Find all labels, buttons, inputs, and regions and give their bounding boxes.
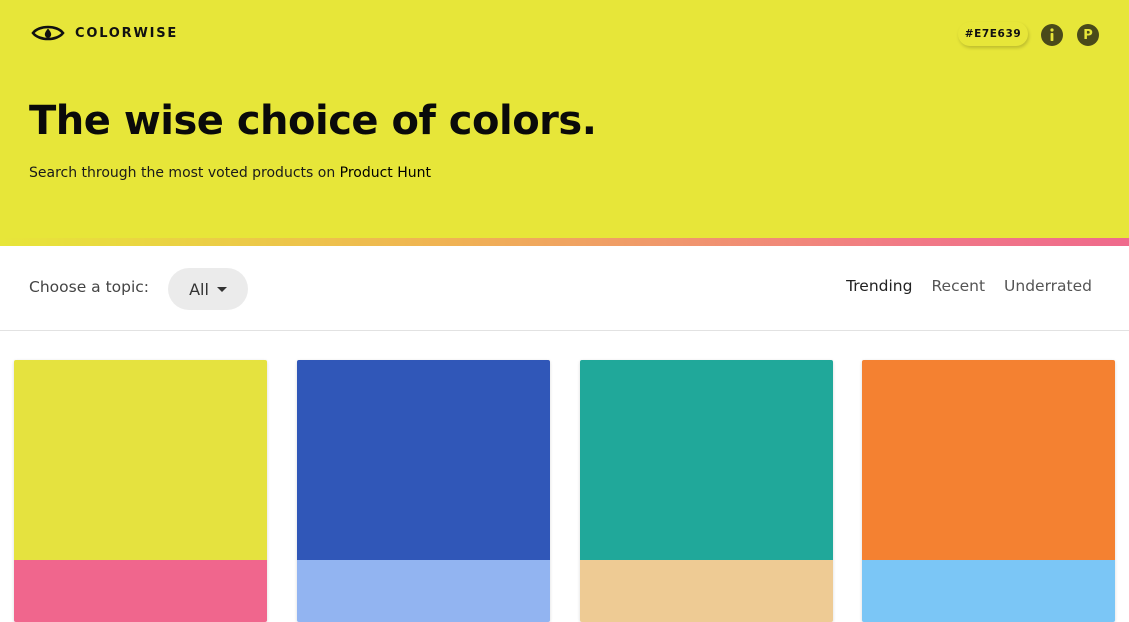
eye-icon	[31, 25, 65, 41]
tab-recent[interactable]: Recent	[931, 277, 985, 295]
palette-primary-swatch[interactable]	[862, 360, 1115, 560]
hero-subtitle: Search through the most voted products o…	[29, 165, 431, 181]
palette-card[interactable]	[862, 360, 1115, 622]
palette-secondary-swatch[interactable]	[862, 560, 1115, 622]
palette-secondary-swatch[interactable]	[14, 560, 267, 622]
tab-trending[interactable]: Trending	[846, 277, 912, 295]
product-hunt-button[interactable]: P	[1077, 24, 1099, 46]
palette-primary-swatch[interactable]	[580, 360, 833, 560]
palette-secondary-swatch[interactable]	[580, 560, 833, 622]
palette-secondary-swatch[interactable]	[297, 560, 550, 622]
logo[interactable]: COLORWISE	[31, 23, 178, 43]
topic-label: Choose a topic:	[29, 278, 150, 296]
topic-dropdown[interactable]: All	[168, 268, 248, 310]
current-color-hex-button[interactable]: #E7E639	[958, 22, 1028, 46]
palette-grid	[14, 360, 1115, 622]
subtitle-text: Search through the most voted products o…	[29, 165, 340, 181]
logo-text: COLORWISE	[75, 25, 179, 41]
palette-primary-swatch[interactable]	[297, 360, 550, 560]
caret-down-icon	[216, 287, 227, 292]
palette-primary-swatch[interactable]	[14, 360, 267, 560]
hero-gradient-stripe	[0, 238, 1129, 246]
info-icon	[1050, 28, 1054, 41]
info-button[interactable]	[1041, 24, 1063, 46]
sort-tabs: Trending Recent Underrated	[846, 277, 1092, 295]
topic-selected-value: All	[189, 279, 209, 299]
tab-underrated[interactable]: Underrated	[1004, 277, 1092, 295]
page-title: The wise choice of colors.	[29, 98, 597, 144]
filter-toolbar: Choose a topic: All Trending Recent Unde…	[0, 246, 1129, 331]
palette-card[interactable]	[14, 360, 267, 622]
product-hunt-icon: P	[1083, 27, 1093, 43]
product-hunt-link[interactable]: Product Hunt	[340, 165, 431, 181]
palette-card[interactable]	[580, 360, 833, 622]
palette-card[interactable]	[297, 360, 550, 622]
